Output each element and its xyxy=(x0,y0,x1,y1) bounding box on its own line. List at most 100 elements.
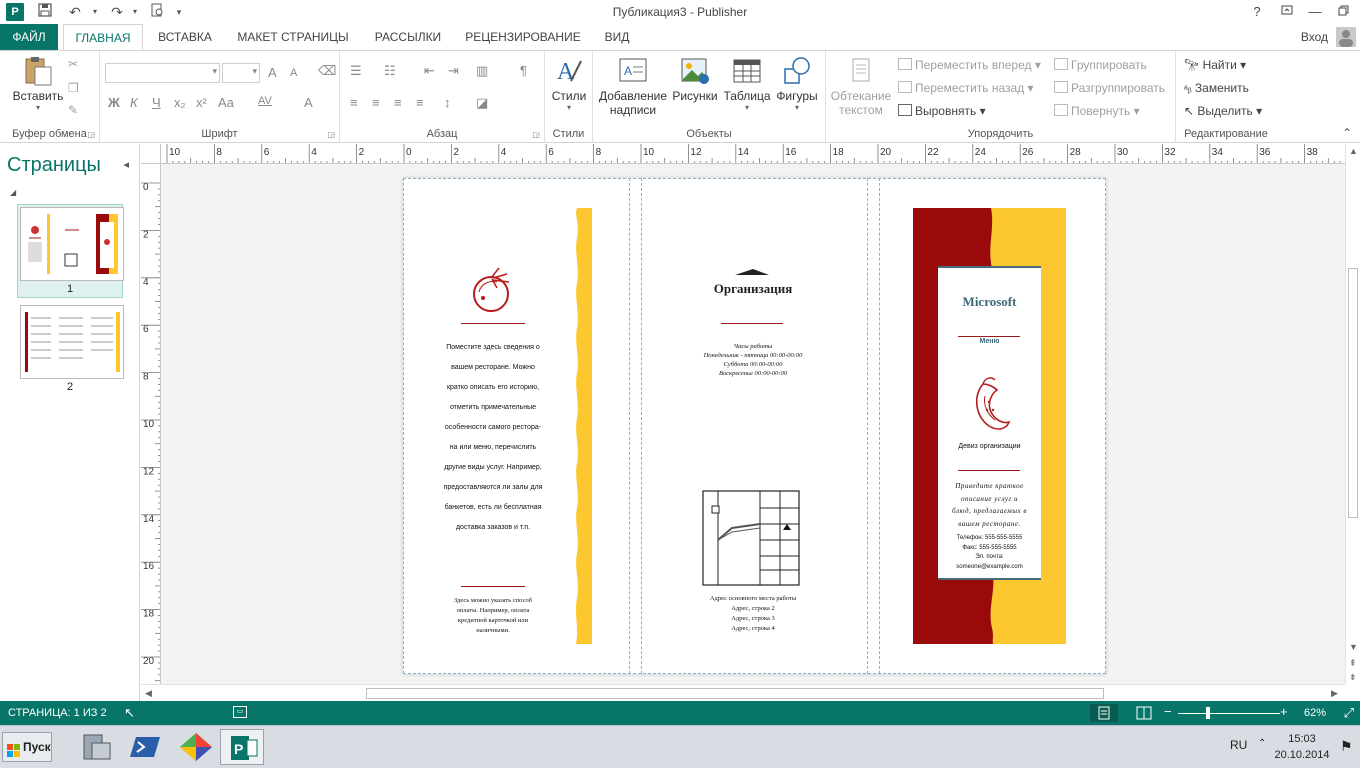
3d-app-icon[interactable] xyxy=(174,729,218,765)
organization-logo-shape[interactable] xyxy=(735,268,769,276)
ungroup-button[interactable]: Разгруппировать xyxy=(1054,81,1165,95)
tab-mailings[interactable]: РАССЫЛКИ xyxy=(366,24,450,50)
justify-icon[interactable]: ≡ xyxy=(416,95,424,110)
tab-review[interactable]: РЕЦЕНЗИРОВАНИЕ xyxy=(460,24,586,50)
format-painter-icon[interactable]: ✎ xyxy=(68,103,78,117)
italic-button[interactable]: К xyxy=(130,95,138,110)
bold-button[interactable]: Ж xyxy=(108,95,120,110)
tab-page-design[interactable]: МАКЕТ СТРАНИЦЫ xyxy=(230,24,356,50)
vertical-scrollbar[interactable]: ▲ ▼ ⇞ ⇟ xyxy=(1345,144,1360,684)
start-button[interactable]: Пуск xyxy=(2,732,52,762)
tomato-illustration[interactable] xyxy=(469,266,519,316)
sign-in-link[interactable]: Вход xyxy=(1301,30,1328,44)
subscript-button[interactable]: x₂ xyxy=(174,95,186,110)
line-spacing-icon[interactable]: ↕ xyxy=(444,95,451,110)
address-text[interactable]: Адрес основного места работы Адрес, стро… xyxy=(683,594,823,634)
zoom-slider-track[interactable] xyxy=(1178,713,1280,714)
server-manager-icon[interactable] xyxy=(74,729,118,765)
scroll-right-icon[interactable]: ▶ xyxy=(1331,688,1338,699)
align-left-icon[interactable]: ≡ xyxy=(350,95,358,110)
vertical-ruler[interactable]: 0 2 4 6 8 10 12 14 16 18 20 xyxy=(141,164,161,684)
shrink-font-button[interactable]: A xyxy=(290,67,297,79)
payment-text[interactable]: Здесь можно указать способ оплаты. Напри… xyxy=(433,596,553,636)
section-expand-icon[interactable]: ◢ xyxy=(10,188,16,197)
horizontal-scroll-thumb[interactable] xyxy=(366,688,1104,699)
input-language[interactable]: RU xyxy=(1230,738,1247,752)
organization-name[interactable]: Организация xyxy=(683,281,823,297)
paste-button[interactable]: Вставить ▾ xyxy=(10,55,66,112)
publisher-taskbar-button[interactable]: P xyxy=(220,729,264,765)
cover-brand-name[interactable]: Microsoft xyxy=(938,294,1041,310)
numbering-icon[interactable]: ☷ xyxy=(384,63,396,79)
collapse-ribbon-icon[interactable]: ⌃ xyxy=(1342,126,1352,140)
page-thumbnail-1[interactable]: 1 xyxy=(17,204,124,298)
select-button[interactable]: ↖ Выделить ▾ xyxy=(1184,104,1262,118)
services-description[interactable]: Приведите краткое описание услуг и блюд,… xyxy=(940,480,1039,530)
draw-text-box-button[interactable]: A Добавление надписи xyxy=(597,55,669,117)
cover-menu-title[interactable]: Меню xyxy=(938,338,1041,345)
zoom-slider-thumb[interactable] xyxy=(1206,707,1210,719)
tab-file[interactable]: ФАЙЛ xyxy=(0,24,58,50)
font-size-combo[interactable] xyxy=(222,63,260,83)
organization-motto[interactable]: Девиз организации xyxy=(938,442,1041,452)
font-launcher-icon[interactable]: ◲ xyxy=(327,130,335,139)
align-center-icon[interactable]: ≡ xyxy=(372,95,380,110)
tab-view[interactable]: ВИД xyxy=(596,24,638,50)
pictures-button[interactable]: Рисунки xyxy=(671,55,719,103)
wrap-text-button[interactable]: Обтекание текстом xyxy=(830,55,892,117)
grow-font-button[interactable]: A xyxy=(268,65,277,80)
horizontal-scrollbar[interactable]: ◀ ▶ xyxy=(141,684,1345,701)
cut-icon[interactable]: ✂ xyxy=(68,57,78,71)
zoom-out-icon[interactable]: − xyxy=(1164,704,1172,719)
zoom-in-icon[interactable]: + xyxy=(1280,704,1288,719)
replace-button[interactable]: ᵃᵦ Заменить xyxy=(1184,81,1249,95)
contact-info[interactable]: Телефон: 555-555-5555 Факс: 555-555-5555… xyxy=(938,534,1041,572)
shading-icon[interactable]: ◪ xyxy=(476,95,488,111)
previous-page-icon[interactable]: ⇞ xyxy=(1349,658,1357,669)
ribbon-display-options-icon[interactable] xyxy=(1274,2,1300,22)
tab-insert[interactable]: ВСТАВКА xyxy=(150,24,220,50)
vertical-scroll-thumb[interactable] xyxy=(1348,268,1358,518)
group-button[interactable]: Группировать xyxy=(1054,58,1147,72)
scroll-down-icon[interactable]: ▼ xyxy=(1349,642,1358,652)
change-case-button[interactable]: Aa xyxy=(218,95,234,110)
collapse-pages-pane-icon[interactable]: ◂ xyxy=(123,158,129,171)
align-button[interactable]: Выровнять ▾ xyxy=(898,104,986,118)
scroll-left-icon[interactable]: ◀ xyxy=(145,688,152,699)
opening-hours-text[interactable]: Часы работы Понедельник - пятница 00:00-… xyxy=(683,342,823,378)
location-map[interactable] xyxy=(702,490,800,586)
single-page-view-button[interactable] xyxy=(1090,704,1118,722)
workspace[interactable]: Поместите здесь сведения о вашем рестора… xyxy=(161,164,1345,684)
underline-button[interactable]: Ч xyxy=(152,95,161,110)
publication-page[interactable]: Поместите здесь сведения о вашем рестора… xyxy=(403,178,1106,674)
next-page-icon[interactable]: ⇟ xyxy=(1349,672,1357,683)
character-spacing-button[interactable]: AV xyxy=(258,95,272,107)
font-name-combo[interactable] xyxy=(105,63,220,83)
rotate-button[interactable]: Повернуть ▾ xyxy=(1054,104,1140,118)
shapes-button[interactable]: Фигуры ▾ xyxy=(773,55,821,112)
align-right-icon[interactable]: ≡ xyxy=(394,95,402,110)
increase-indent-icon[interactable]: ⇥ xyxy=(448,63,459,79)
help-button[interactable]: ? xyxy=(1244,2,1270,22)
clipboard-launcher-icon[interactable]: ◲ xyxy=(87,130,95,139)
scroll-up-icon[interactable]: ▲ xyxy=(1349,146,1358,156)
yellow-wavy-stripe[interactable] xyxy=(574,208,592,644)
zoom-level[interactable]: 62% xyxy=(1304,707,1326,719)
bullets-icon[interactable]: ☰ xyxy=(350,63,362,79)
page-indicator[interactable]: СТРАНИЦА: 1 ИЗ 2 xyxy=(8,707,107,719)
decrease-indent-icon[interactable]: ⇤ xyxy=(424,63,435,79)
action-center-flag-icon[interactable]: ⚑ xyxy=(1340,738,1353,755)
columns-icon[interactable]: ▥ xyxy=(476,63,488,79)
superscript-button[interactable]: x² xyxy=(196,95,207,110)
fit-page-icon[interactable]: ⤢ xyxy=(1344,705,1354,721)
copy-icon[interactable]: ❐ xyxy=(68,81,79,95)
send-backward-button[interactable]: Переместить назад ▾ xyxy=(898,81,1034,95)
page-thumbnail-2[interactable]: 2 xyxy=(17,302,124,396)
table-button[interactable]: Таблица ▾ xyxy=(721,55,773,112)
font-color-button[interactable]: A xyxy=(304,95,313,110)
two-page-spread-button[interactable] xyxy=(1130,704,1158,722)
tray-expand-icon[interactable]: ⌃ xyxy=(1258,738,1266,749)
clock[interactable]: 15:03 20.10.2014 xyxy=(1272,731,1332,763)
show-formatting-button[interactable]: ¶ xyxy=(520,63,527,78)
paragraph-launcher-icon[interactable]: ◲ xyxy=(532,130,540,139)
